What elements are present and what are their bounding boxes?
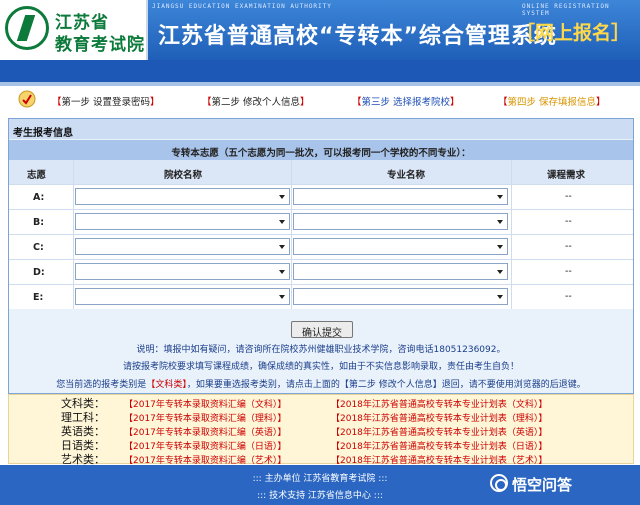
step-nav: 【第一步 设置登录密码】 【第二步 修改个人信息】 【第三步 选择报考院校】 【…	[12, 86, 628, 112]
table-row: B: --	[9, 209, 633, 234]
step-guide-icon	[18, 90, 36, 108]
course-req: --	[565, 291, 572, 302]
divider	[73, 160, 74, 309]
table-row: A: --	[9, 184, 633, 209]
choice-label: E:	[33, 292, 44, 303]
help-note: 说明：填报中如有疑问，请咨询所在院校苏州健雄职业技术学院，咨询电话1805123…	[136, 345, 506, 355]
table-row: E: --	[9, 284, 633, 309]
step-1-set-password[interactable]: 【第一步 设置登录密码】	[52, 94, 160, 108]
school-select-c[interactable]	[75, 238, 290, 255]
section-title: 考生报考信息	[9, 119, 633, 139]
list-item: 英语类： 【2017年专转本录取资料汇编（英语）】 【2018年江苏省普通高校专…	[9, 423, 635, 438]
choice-label: B:	[33, 217, 45, 228]
emblem-icon	[5, 6, 49, 50]
choice-label: A:	[33, 192, 45, 203]
step-3-choose-school[interactable]: 【第三步 选择报考院校】	[352, 94, 460, 108]
col-choice: 志愿	[27, 170, 47, 181]
choice-label: C:	[33, 242, 44, 253]
online-registration-badge: ［网上报名］	[516, 22, 631, 44]
table-caption: 专转本志愿（五个志愿为同一批次，可以报考同一个学校的不同专业）：	[9, 140, 633, 160]
school-select-e[interactable]	[75, 288, 290, 305]
header-band	[0, 60, 640, 82]
system-english: ONLINE REGISTRATION SYSTEM	[522, 3, 610, 17]
course-req: --	[565, 216, 572, 227]
major-select-d[interactable]	[293, 263, 508, 280]
major-select-b[interactable]	[293, 213, 508, 230]
major-select-e[interactable]	[293, 288, 508, 305]
list-item: 文科类： 【2017年专转本录取资料汇编（文科）】 【2018年江苏省普通高校专…	[9, 395, 635, 410]
list-item: 艺术类： 【2017年专转本录取资料汇编（艺术）】 【2018年江苏省普通高校专…	[9, 451, 635, 466]
table-header: 志愿 院校名称 专业名称 课程需求	[9, 160, 633, 184]
course-req: --	[565, 266, 572, 277]
course-req: --	[565, 241, 572, 252]
list-item: 理工科： 【2017年专转本录取资料汇编（理科）】 【2018年江苏省普通高校专…	[9, 409, 635, 424]
header-banner: 江苏省 教育考试院 JIANGSU EDUCATION EXAMINATION …	[0, 0, 640, 60]
application-form: 考生报考信息 专转本志愿（五个志愿为同一批次，可以报考同一个学校的不同专业）： …	[8, 118, 634, 394]
choice-label: D:	[33, 267, 45, 278]
score-note: 请按报考院校要求填写课程成绩，确保成绩的真实性，如由于不实信息影响录取，责任由考…	[122, 362, 519, 372]
step-2-edit-info[interactable]: 【第二步 修改个人信息】	[202, 94, 310, 108]
watermark-logo-icon	[490, 474, 508, 492]
course-req: --	[565, 191, 572, 202]
system-title: 江苏省普通高校“专转本”综合管理系统	[158, 24, 557, 49]
col-major: 专业名称	[387, 170, 426, 181]
col-school: 院校名称	[164, 170, 203, 181]
confirm-submit-button[interactable]: 确认提交	[291, 321, 353, 339]
current-category: 【文科类】	[146, 380, 187, 390]
divider	[511, 160, 512, 309]
watermark: 悟空问答	[512, 476, 573, 494]
logo: 江苏省 教育考试院	[0, 0, 148, 60]
list-item: 日语类： 【2017年专转本录取资料汇编（日语）】 【2018年江苏省普通高校专…	[9, 437, 635, 452]
download-links: 文科类： 【2017年专转本录取资料汇编（文科）】 【2018年江苏省普通高校专…	[8, 394, 635, 466]
school-select-a[interactable]	[75, 188, 290, 205]
divider	[291, 160, 292, 309]
col-course-req: 课程需求	[547, 170, 586, 181]
table-row: C: --	[9, 234, 633, 259]
category-note: 您当前选的报考类别是【文科类】，如果要重选报考类别，请点击上面的【第二步 修改个…	[56, 380, 586, 390]
org-english: JIANGSU EDUCATION EXAMINATION AUTHORITY	[152, 3, 332, 10]
step-4-save-info[interactable]: 【第四步 保存填报信息】	[498, 94, 606, 108]
logo-text-line2: 教育考试院	[55, 35, 145, 55]
table-row: D: --	[9, 259, 633, 284]
major-select-c[interactable]	[293, 238, 508, 255]
school-select-d[interactable]	[75, 263, 290, 280]
major-select-a[interactable]	[293, 188, 508, 205]
school-select-b[interactable]	[75, 213, 290, 230]
page: 江苏省 教育考试院 JIANGSU EDUCATION EXAMINATION …	[0, 0, 640, 505]
